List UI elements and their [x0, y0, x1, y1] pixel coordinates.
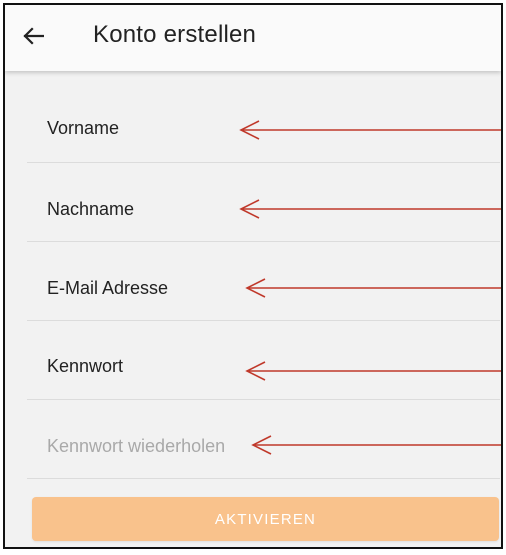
password-repeat-placeholder: Kennwort wiederholen	[47, 436, 226, 456]
password-field[interactable]: Kennwort	[27, 321, 500, 400]
password-repeat-field[interactable]: Kennwort wiederholen	[27, 400, 500, 479]
app-bar: Konto erstellen	[5, 5, 501, 71]
back-button[interactable]	[15, 18, 51, 54]
app-screen: Konto erstellen Vorname Nachname E-Mail …	[3, 3, 503, 549]
first-name-label: Vorname	[47, 118, 120, 138]
activate-button[interactable]: AKTIVIEREN	[32, 497, 499, 541]
arrow-left-icon	[23, 27, 44, 45]
email-label: E-Mail Adresse	[47, 278, 169, 298]
last-name-label: Nachname	[47, 199, 135, 219]
page-title: Konto erstellen	[93, 21, 257, 48]
first-name-field[interactable]: Vorname	[27, 84, 500, 163]
password-label: Kennwort	[47, 356, 124, 376]
email-field[interactable]: E-Mail Adresse	[27, 242, 500, 321]
last-name-field[interactable]: Nachname	[27, 163, 500, 242]
